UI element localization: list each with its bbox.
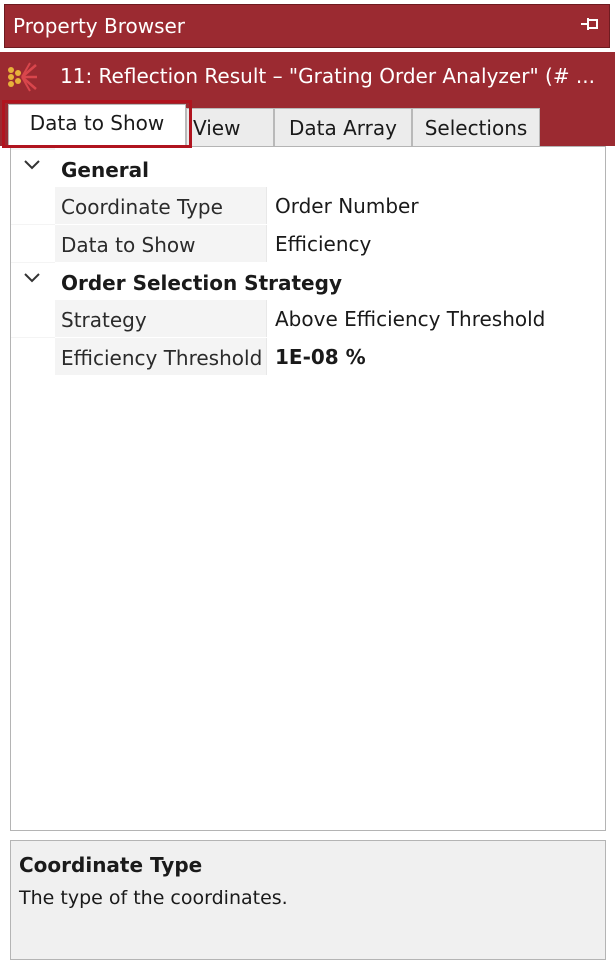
tab-label: Data Array <box>289 116 397 140</box>
property-row-data-to-show[interactable]: Data to Show Efficiency <box>11 225 605 262</box>
grating-analyzer-icon <box>8 62 37 92</box>
property-name: Strategy <box>61 308 147 332</box>
title-bar: Property Browser <box>4 4 610 48</box>
chevron-down-icon[interactable] <box>23 159 41 171</box>
tab-label: View <box>193 116 241 140</box>
category-order-selection-strategy[interactable]: Order Selection Strategy <box>11 263 605 300</box>
active-tab-highlight <box>2 100 192 148</box>
property-value[interactable]: Order Number <box>275 194 419 218</box>
tab-label: Selections <box>424 116 528 140</box>
description-text: The type of the coordinates. <box>19 887 288 909</box>
property-name: Data to Show <box>61 233 196 257</box>
tab-data-array[interactable]: Data Array <box>274 108 412 146</box>
panel-title: Property Browser <box>13 14 186 38</box>
property-name: Coordinate Type <box>61 195 223 219</box>
context-row: 11: Reflection Result – "Grating Order A… <box>0 52 615 104</box>
category-label: Order Selection Strategy <box>61 271 342 295</box>
property-grid: General Coordinate Type Order Number Dat… <box>10 146 606 831</box>
category-label: General <box>61 158 149 182</box>
description-title: Coordinate Type <box>19 853 203 877</box>
category-general[interactable]: General <box>11 150 605 187</box>
property-row-strategy[interactable]: Strategy Above Efficiency Threshold <box>11 300 605 337</box>
tab-view[interactable]: View <box>186 108 274 146</box>
property-value[interactable]: 1E-08 % <box>275 345 366 369</box>
description-panel: Coordinate Type The type of the coordina… <box>10 840 606 960</box>
property-name: Efficiency Threshold <box>61 346 263 370</box>
property-value[interactable]: Efficiency <box>275 232 371 256</box>
property-row-coordinate-type[interactable]: Coordinate Type Order Number <box>11 187 605 224</box>
context-title: 11: Reflection Result – "Grating Order A… <box>60 64 595 88</box>
tab-selections[interactable]: Selections <box>412 108 540 146</box>
chevron-down-icon[interactable] <box>23 272 41 284</box>
property-value[interactable]: Above Efficiency Threshold <box>275 307 545 331</box>
property-row-efficiency-threshold[interactable]: Efficiency Threshold 1E-08 % <box>11 338 605 375</box>
pin-icon[interactable] <box>579 17 601 35</box>
property-browser-panel: Property Browser 11: Reflection Result –… <box>0 0 615 973</box>
